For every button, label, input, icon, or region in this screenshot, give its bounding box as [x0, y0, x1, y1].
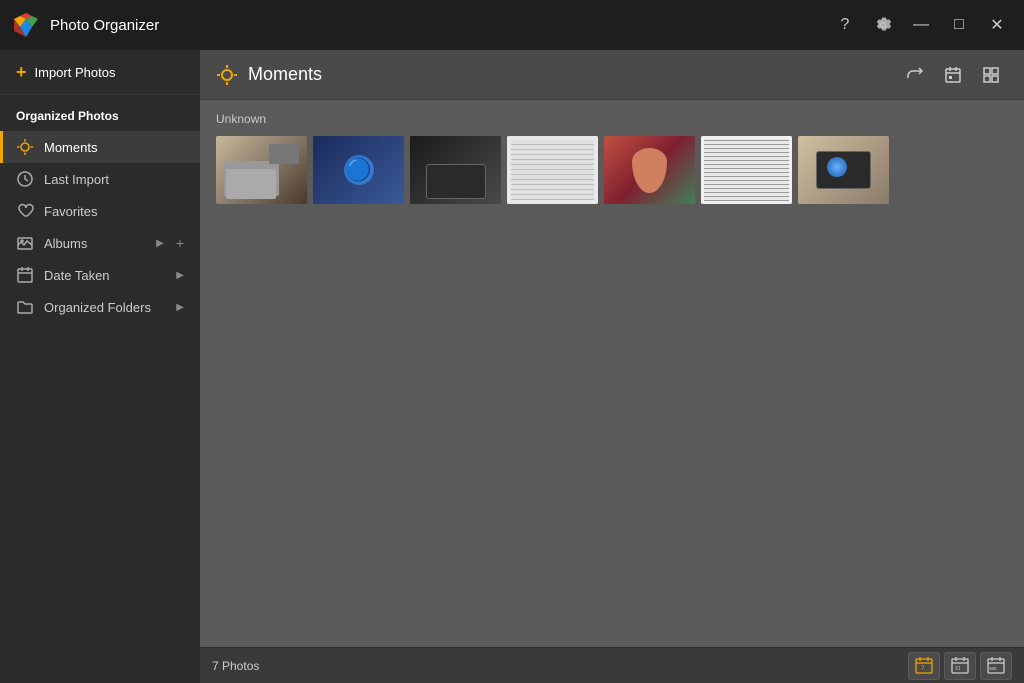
sidebar: + Import Photos Organized Photos Moments	[0, 50, 200, 683]
share-button[interactable]	[898, 58, 932, 92]
sidebar-item-moments-label: Moments	[44, 140, 184, 155]
content-title-text: Moments	[248, 64, 322, 85]
sidebar-item-last-import-label: Last Import	[44, 172, 184, 187]
thumb-inner-6	[701, 136, 792, 204]
thumb-inner-3	[410, 136, 501, 204]
content-title: Moments	[216, 64, 898, 86]
albums-chevron-icon: ▶	[156, 238, 164, 249]
organized-folders-chevron-icon: ▶	[176, 302, 184, 313]
clock-icon	[16, 170, 34, 188]
main-layout: + Import Photos Organized Photos Moments	[0, 50, 1024, 683]
sidebar-item-albums[interactable]: Albums ▶ +	[0, 227, 200, 259]
sidebar-item-favorites-label: Favorites	[44, 204, 184, 219]
status-bar-actions: 7 31	[908, 652, 1012, 680]
thumb-inner-7	[798, 136, 889, 204]
sidebar-item-organized-folders-label: Organized Folders	[44, 300, 166, 315]
photo-thumb-4[interactable]	[507, 136, 598, 204]
moments-icon	[16, 138, 34, 156]
sidebar-section-header: Organized Photos	[0, 95, 200, 131]
calendar-icon	[16, 266, 34, 284]
help-button[interactable]: ?	[830, 10, 860, 40]
image-icon	[16, 234, 34, 252]
svg-text:7: 7	[921, 666, 925, 672]
close-button[interactable]: ✕	[982, 10, 1012, 40]
svg-text:365: 365	[989, 666, 997, 671]
import-label: Import Photos	[35, 65, 116, 80]
status-bar: 7 Photos 7	[200, 647, 1024, 683]
photo-thumb-5[interactable]	[604, 136, 695, 204]
content-header: Moments	[200, 50, 1024, 100]
albums-add-button[interactable]: +	[176, 235, 184, 251]
photo-thumb-1[interactable]	[216, 136, 307, 204]
photo-strip	[216, 136, 1008, 204]
maximize-button[interactable]: □	[944, 10, 974, 40]
photo-thumb-2[interactable]	[313, 136, 404, 204]
thumb-inner-2	[313, 136, 404, 204]
view-31-button[interactable]: 31	[944, 652, 976, 680]
sidebar-item-date-taken[interactable]: Date Taken ▶	[0, 259, 200, 291]
import-button[interactable]: + Import Photos	[0, 50, 200, 95]
sidebar-item-albums-label: Albums	[44, 236, 146, 251]
date-taken-chevron-icon: ▶	[176, 270, 184, 281]
svg-text:31: 31	[955, 666, 961, 672]
content-area: Moments	[200, 50, 1024, 683]
sidebar-item-favorites[interactable]: Favorites	[0, 195, 200, 227]
photo-thumb-6[interactable]	[701, 136, 792, 204]
grid-view-button[interactable]	[974, 58, 1008, 92]
photo-count: 7 Photos	[212, 659, 908, 673]
title-bar: Photo Organizer ? — □ ✕	[0, 0, 1024, 50]
photo-thumb-7[interactable]	[798, 136, 889, 204]
folder-icon	[16, 298, 34, 316]
content-header-actions	[898, 58, 1008, 92]
sidebar-item-organized-folders[interactable]: Organized Folders ▶	[0, 291, 200, 323]
calendar-view-button[interactable]	[936, 58, 970, 92]
app-title: Photo Organizer	[50, 17, 830, 34]
sidebar-item-date-taken-label: Date Taken	[44, 268, 166, 283]
view-365-button[interactable]: 365	[980, 652, 1012, 680]
app-logo	[12, 11, 40, 39]
import-plus-icon: +	[16, 62, 27, 83]
thumb-inner-4	[507, 136, 598, 204]
photo-area: Unknown	[200, 100, 1024, 647]
sidebar-item-last-import[interactable]: Last Import	[0, 163, 200, 195]
settings-button[interactable]	[868, 10, 898, 40]
view-7-button[interactable]: 7	[908, 652, 940, 680]
title-bar-controls: ? — □ ✕	[830, 10, 1012, 40]
photo-thumb-3[interactable]	[410, 136, 501, 204]
thumb-inner-1	[216, 136, 307, 204]
group-label: Unknown	[216, 112, 1008, 126]
heart-icon	[16, 202, 34, 220]
minimize-button[interactable]: —	[906, 10, 936, 40]
thumb-inner-5	[604, 136, 695, 204]
content-moments-icon	[216, 64, 238, 86]
sidebar-item-moments[interactable]: Moments	[0, 131, 200, 163]
